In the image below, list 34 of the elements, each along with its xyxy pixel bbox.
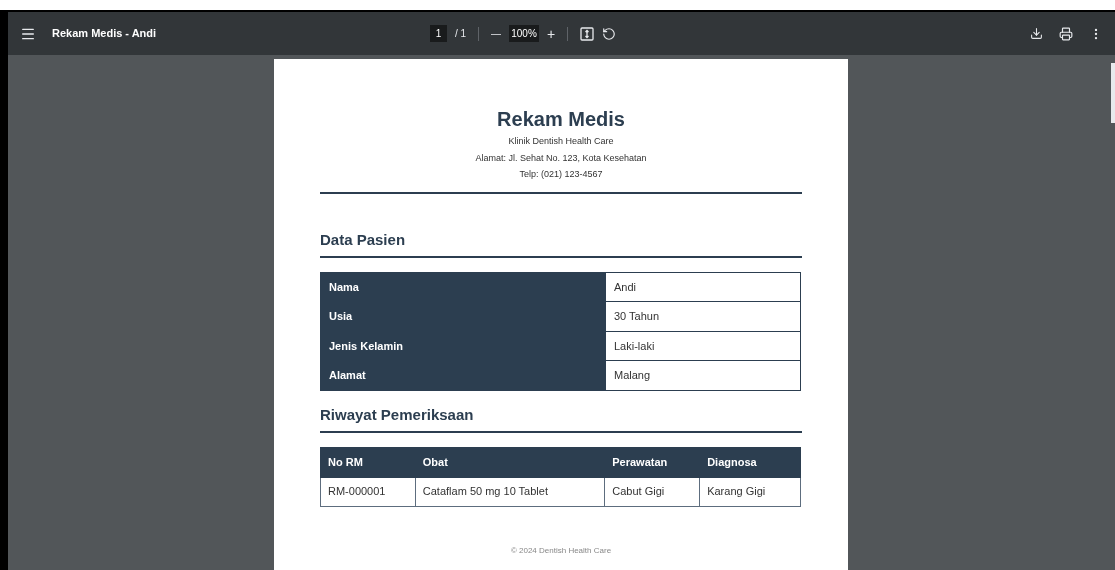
section-heading: Data Pasien <box>320 230 406 248</box>
clinic-address: Alamat: Jl. Sehat No. 123, Kota Kesehatan <box>475 151 647 165</box>
field-label: Jenis Kelamin <box>320 331 606 361</box>
field-label: Nama <box>320 272 606 302</box>
document-title: Rekam Medis - Andi <box>52 26 157 42</box>
rotate-icon[interactable] <box>602 26 617 41</box>
field-value: 30 Tahun <box>605 301 801 331</box>
column-header: Perawatan <box>604 447 700 477</box>
page-number-field[interactable]: 1 <box>429 25 447 42</box>
clinic-phone: Telp: (021) 123-4567 <box>519 168 603 181</box>
download-icon[interactable] <box>1030 27 1043 40</box>
table-cell: Cabut Gigi <box>604 477 700 506</box>
fit-page-icon[interactable] <box>580 26 595 41</box>
footer-text: © 2024 Dentish Health Care <box>509 544 613 557</box>
field-label: Usia <box>320 301 606 331</box>
zoom-field[interactable]: 100% <box>509 25 540 42</box>
page-total: / 1 <box>454 27 467 41</box>
table-cell: Cataflam 50 mg 10 Tablet <box>415 477 605 506</box>
field-label: Alamat <box>320 360 606 390</box>
zoom-out-button[interactable]: — <box>491 26 502 41</box>
table-cell: RM-000001 <box>320 477 416 506</box>
zoom-in-button[interactable]: + <box>547 26 556 41</box>
section-heading: Riwayat Pemeriksaan <box>320 405 474 423</box>
clinic-name: Klinik Dentish Health Care <box>508 135 614 148</box>
scrollbar[interactable] <box>1111 63 1115 123</box>
print-icon[interactable] <box>1059 26 1073 41</box>
field-value: Laki-laki <box>605 331 801 361</box>
column-header: Diagnosa <box>699 447 801 477</box>
table-cell: Karang Gigi <box>699 477 801 506</box>
column-header: No RM <box>320 447 416 477</box>
field-value: Malang <box>605 360 801 390</box>
field-value: Andi <box>605 272 801 302</box>
column-header: Obat <box>415 447 605 477</box>
document-heading: Rekam Medis <box>497 107 625 132</box>
